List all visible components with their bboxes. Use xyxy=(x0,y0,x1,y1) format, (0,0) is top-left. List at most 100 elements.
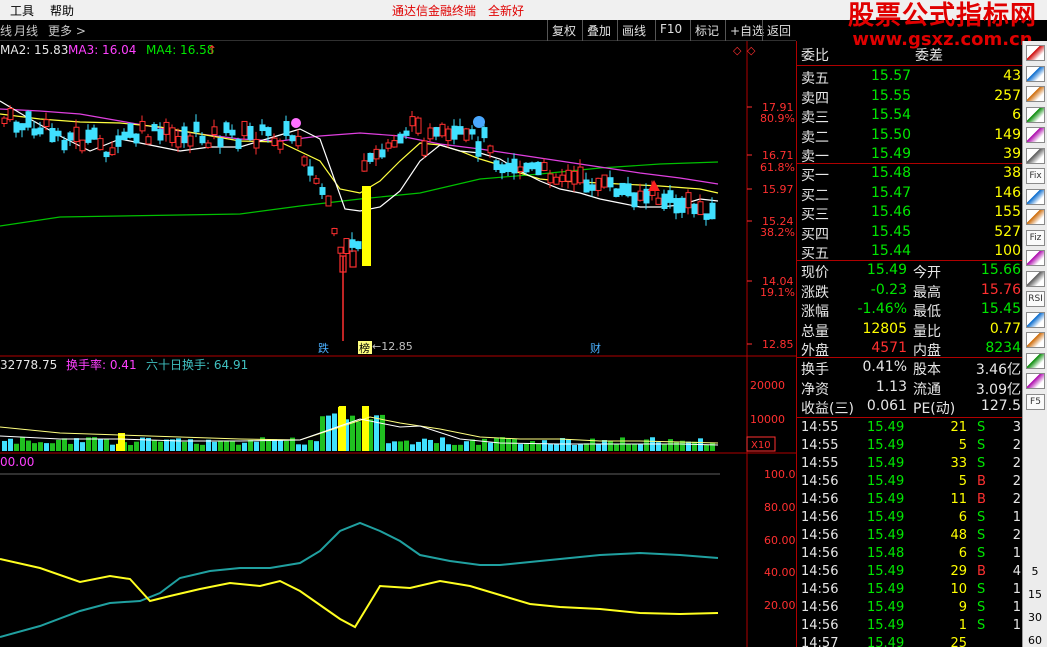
f10-button[interactable]: F10 xyxy=(655,20,686,41)
tick-row: 14:55 15.49 5 S 2 xyxy=(797,438,1023,457)
period-15-button[interactable]: 15 xyxy=(1023,588,1047,601)
stat-row: 涨幅 -1.46% 最低 15.45 xyxy=(797,301,1023,320)
chart-diamond-icon-2[interactable]: ◇ xyxy=(747,44,756,57)
folder-icon[interactable] xyxy=(1026,188,1045,205)
finance-marker[interactable]: 财 xyxy=(590,341,601,355)
tick-time: 14:56 xyxy=(801,528,839,543)
tick-volume: 5 xyxy=(958,474,967,489)
stat-value: 15.66 xyxy=(980,262,1021,278)
rsi-icon[interactable]: RSI xyxy=(1026,291,1045,307)
ask-label: 卖二 xyxy=(801,129,829,146)
adjust-button[interactable]: 复权 xyxy=(547,20,580,41)
bid-price: 15.48 xyxy=(871,165,912,181)
menu-bar: 工具 帮助 通达信金融终端 全新好 股票公式指标网 www.gsxz.com.c… xyxy=(0,0,1047,50)
win-icon[interactable] xyxy=(1026,311,1045,328)
chart-canvas[interactable]: MA2: 15.83 MA3: 16.04 MA4: 16.58 ↑ ◇ ◇ 1… xyxy=(0,41,796,647)
ask-row[interactable]: 卖三 15.54 6 xyxy=(797,107,1023,126)
fix-icon[interactable]: Fix xyxy=(1026,168,1045,184)
arrows-icon[interactable] xyxy=(1026,270,1045,287)
indicator-tick: 40.00 xyxy=(764,566,796,579)
back-icon[interactable] xyxy=(1026,373,1045,389)
stat-label: 涨幅 xyxy=(801,304,829,320)
bars-icon[interactable] xyxy=(1026,127,1045,143)
tick-volume: 9 xyxy=(958,600,967,615)
chart-diamond-icon[interactable]: ◇ xyxy=(733,44,742,57)
ask-volume: 6 xyxy=(1012,107,1021,123)
back-button[interactable]: 返回 xyxy=(762,20,795,41)
fiz-icon[interactable]: Fiz xyxy=(1026,229,1045,246)
ask-price: 15.54 xyxy=(871,107,912,123)
tick-volume: 48 xyxy=(950,528,967,543)
compass-icon[interactable] xyxy=(1026,332,1045,348)
f5-icon[interactable]: F5 xyxy=(1026,393,1045,410)
notice-text[interactable]: 全新好 xyxy=(488,2,524,19)
split-icon[interactable] xyxy=(1026,250,1045,266)
ask-row[interactable]: 卖四 15.55 257 xyxy=(797,88,1023,107)
period-60-button[interactable]: 60 xyxy=(1023,634,1047,647)
tick-price: 15.49 xyxy=(867,528,905,543)
stat-value: 1.13 xyxy=(875,378,907,395)
stat-value: 15.49 xyxy=(866,262,907,278)
indicator-tick: 80.00 xyxy=(764,501,796,514)
tick-time: 14:56 xyxy=(801,546,839,561)
stat-label: 股本 xyxy=(913,362,941,378)
tick-count: 3 xyxy=(1012,420,1021,435)
ask-price: 15.57 xyxy=(871,68,912,84)
ask-volume: 43 xyxy=(1003,68,1021,84)
period-tab-partial[interactable]: 线 xyxy=(0,22,12,39)
chart-icon[interactable] xyxy=(1026,106,1045,123)
stat-label: 涨跌 xyxy=(801,284,829,301)
bid-row[interactable]: 买二 15.47 146 xyxy=(797,185,1023,204)
bid-row[interactable]: 买四 15.45 527 xyxy=(797,224,1023,243)
period-tab-more[interactable]: 更多 > xyxy=(48,22,86,39)
period-tab-month[interactable]: 月线 xyxy=(14,22,38,39)
tick-count: 2 xyxy=(1012,456,1021,471)
period-5-button[interactable]: 5 xyxy=(1023,565,1047,578)
stat-label: 收益(三) xyxy=(801,401,854,417)
stat-row: 收益(三) 0.061 PE(动) 127.5 xyxy=(797,398,1023,417)
bid-volume: 100 xyxy=(994,243,1021,259)
ask-volume: 149 xyxy=(994,126,1021,143)
draw-line-button[interactable]: 画线 xyxy=(617,20,650,41)
tick-side: B xyxy=(977,474,986,489)
tick-side: S xyxy=(977,420,986,435)
tick-side: S xyxy=(977,528,986,543)
indicator-tick: 60.00 xyxy=(764,534,796,547)
indicator-tick: 20.00 xyxy=(764,599,796,612)
ask-label: 卖四 xyxy=(801,90,829,107)
ask-row[interactable]: 卖二 15.50 149 xyxy=(797,127,1023,146)
overlay-button[interactable]: 叠加 xyxy=(582,20,615,41)
limit-down-marker[interactable]: 跌 xyxy=(318,341,329,355)
period-30-button[interactable]: 30 xyxy=(1023,611,1047,624)
ask-price: 15.55 xyxy=(871,87,912,104)
pencil-icon[interactable] xyxy=(1026,352,1045,369)
book-icon[interactable] xyxy=(1026,147,1045,164)
ask-volume: 39 xyxy=(1003,146,1021,162)
ma-arrow-icon: ↑ xyxy=(207,43,217,57)
ask-row[interactable]: 卖五 15.57 43 xyxy=(797,68,1023,87)
menu-help[interactable]: 帮助 xyxy=(50,2,74,19)
tick-row: 14:56 15.49 5 B 2 xyxy=(797,474,1023,493)
stat-row: 现价 15.49 今开 15.66 xyxy=(797,262,1023,281)
bid-row[interactable]: 买一 15.48 38 xyxy=(797,165,1023,184)
bid-volume: 155 xyxy=(994,204,1021,220)
tick-side: S xyxy=(977,438,986,453)
bid-volume: 146 xyxy=(994,184,1021,201)
bid-row[interactable]: 买三 15.46 155 xyxy=(797,204,1023,223)
menu-tools[interactable]: 工具 xyxy=(10,2,34,19)
candle-icon[interactable] xyxy=(1026,65,1045,82)
tick-count: 2 xyxy=(1012,438,1021,453)
grid-icon[interactable] xyxy=(1026,86,1045,102)
tick-price: 15.49 xyxy=(867,510,905,525)
mark-button[interactable]: 标记 xyxy=(690,20,723,41)
order-ratio-label: 委比 xyxy=(801,48,829,64)
volume-tick: 20000 xyxy=(750,379,785,392)
tick-volume: 33 xyxy=(950,456,967,471)
ranking-marker[interactable]: 榜 xyxy=(359,341,370,355)
kline-chart-area[interactable]: MA2: 15.83 MA3: 16.04 MA4: 16.58 ↑ ◇ ◇ 1… xyxy=(0,41,796,647)
stat-label: 净资 xyxy=(801,381,829,398)
pct-tick: 80.9% xyxy=(760,112,795,125)
pin-icon[interactable] xyxy=(1026,209,1045,225)
arrow-up-icon[interactable] xyxy=(1026,45,1045,61)
tick-side: S xyxy=(977,456,986,471)
